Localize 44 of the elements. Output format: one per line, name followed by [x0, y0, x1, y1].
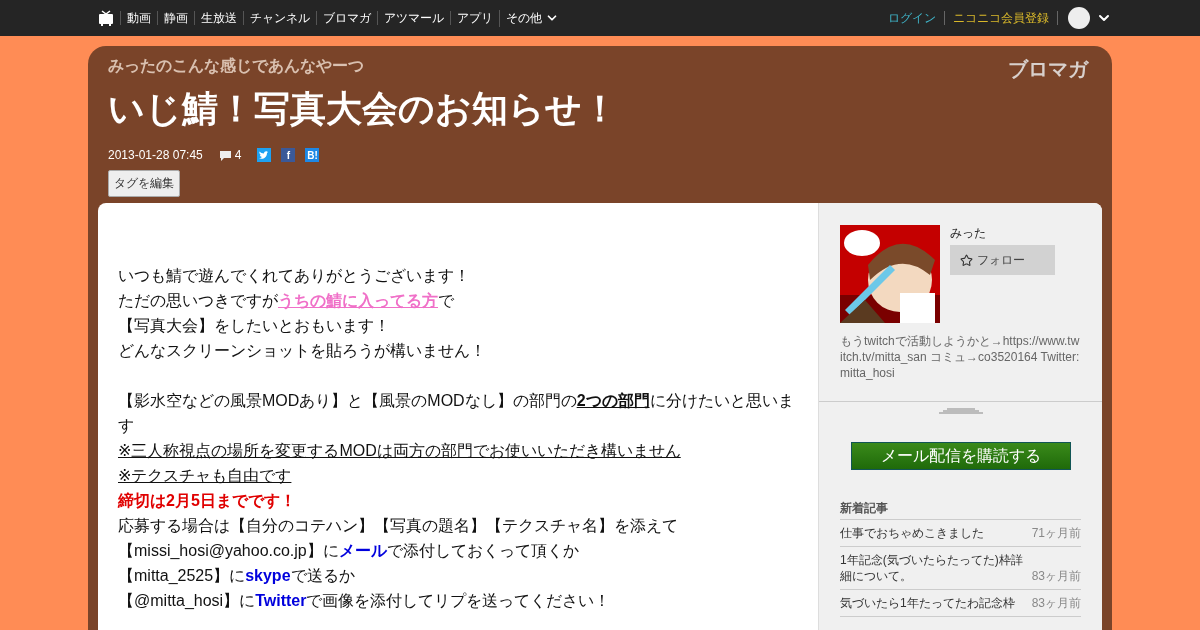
article-line: ※三人称視点の場所を変更するMODは両方の部門でお使いいただき構いません — [118, 441, 682, 461]
bird-icon[interactable] — [257, 148, 272, 162]
follow-button[interactable]: フォロー — [950, 245, 1055, 281]
article-line: 応募する場合は【自分のコテハン】【写真の題名】【テクスチャ名】を添えて — [118, 516, 679, 536]
article-line: 【影水空などの風景MODあり】と【風景のMODなし】の部門の2つの部門に分けたいと思います — [118, 391, 795, 436]
nav-link[interactable]: ブロマガ — [316, 11, 377, 25]
nav-link[interactable]: 動画 — [120, 11, 157, 25]
post-date: 2013-01-28 07:45 — [108, 148, 203, 162]
article-title: いじ鯖！写真大会のお知らせ！ — [108, 87, 619, 131]
nav-link[interactable]: 静画 — [157, 11, 194, 25]
article-line: 【mitta_2525】にskypeで送るか — [118, 566, 356, 586]
article-line: いつも鯖で遊んでくれてありがとうございます！ — [118, 266, 471, 286]
article-line: 【写真大会】をしたいとおもいます！ — [118, 316, 391, 336]
login-link[interactable]: ログイン — [880, 9, 944, 27]
grip-icon — [938, 408, 983, 414]
nav-link[interactable]: アツマール — [377, 11, 450, 25]
user-avatar[interactable] — [1068, 7, 1090, 29]
subscribe-button[interactable]: メール配信を購読する — [850, 442, 1071, 470]
more-menu[interactable]: その他 — [499, 9, 565, 27]
article-line: ただの思いつきですがうちの鯖に入ってる方で — [118, 291, 455, 312]
recent-article-link[interactable]: 気づいたら1年たってたわ記念枠 83ヶ月前 — [840, 590, 1081, 617]
share-link[interactable]: B! — [305, 148, 320, 162]
recent-heading: 新着記事 — [840, 500, 1081, 520]
article-line: 【@mitta_hosi】にTwitterで画像を添付してリプを送ってください！ — [118, 591, 612, 611]
recent-article-link[interactable]: 仕事でおちゃめこきました 71ヶ月前 — [840, 520, 1081, 547]
blog-name: みったのこんな感じであんなやーつ — [108, 56, 364, 77]
article-line: 【missi_hosi@yahoo.co.jp】にメールで添付しておくって頂くか — [118, 541, 580, 561]
nav-link[interactable]: アプリ — [450, 11, 499, 25]
article-line: ※テクスチャも自由です — [118, 466, 293, 486]
recent-article-link[interactable]: 1年記念(気づいたらたってた)枠詳細について。 83ヶ月前 — [840, 547, 1081, 590]
author-bio: もうtwitchで活動しようかと→https://www.twitch.tv/mitta_san コミュ→co3520164 Twitter:mitta_hosi — [840, 333, 1081, 381]
edit-tags-button[interactable]: タグを編集 — [108, 170, 180, 197]
comment-count: 4 — [234, 148, 242, 162]
share-link[interactable]: f — [281, 148, 296, 162]
nav-link[interactable]: チャンネル — [243, 11, 316, 25]
article-line: 締切は2月5日までです！ — [118, 491, 297, 511]
comment-icon — [218, 149, 232, 161]
author-name: みった — [950, 225, 987, 242]
article-line: どんなスクリーンショットを貼ろうが構いません！ — [118, 341, 487, 361]
star-icon — [960, 253, 973, 267]
blomaga-logo: ブロマガ — [1008, 57, 1090, 82]
tv-logo-icon[interactable] — [98, 10, 114, 26]
nav-link[interactable]: 生放送 — [194, 11, 243, 25]
register-link[interactable]: ニコニコ会員登録 — [945, 9, 1057, 27]
